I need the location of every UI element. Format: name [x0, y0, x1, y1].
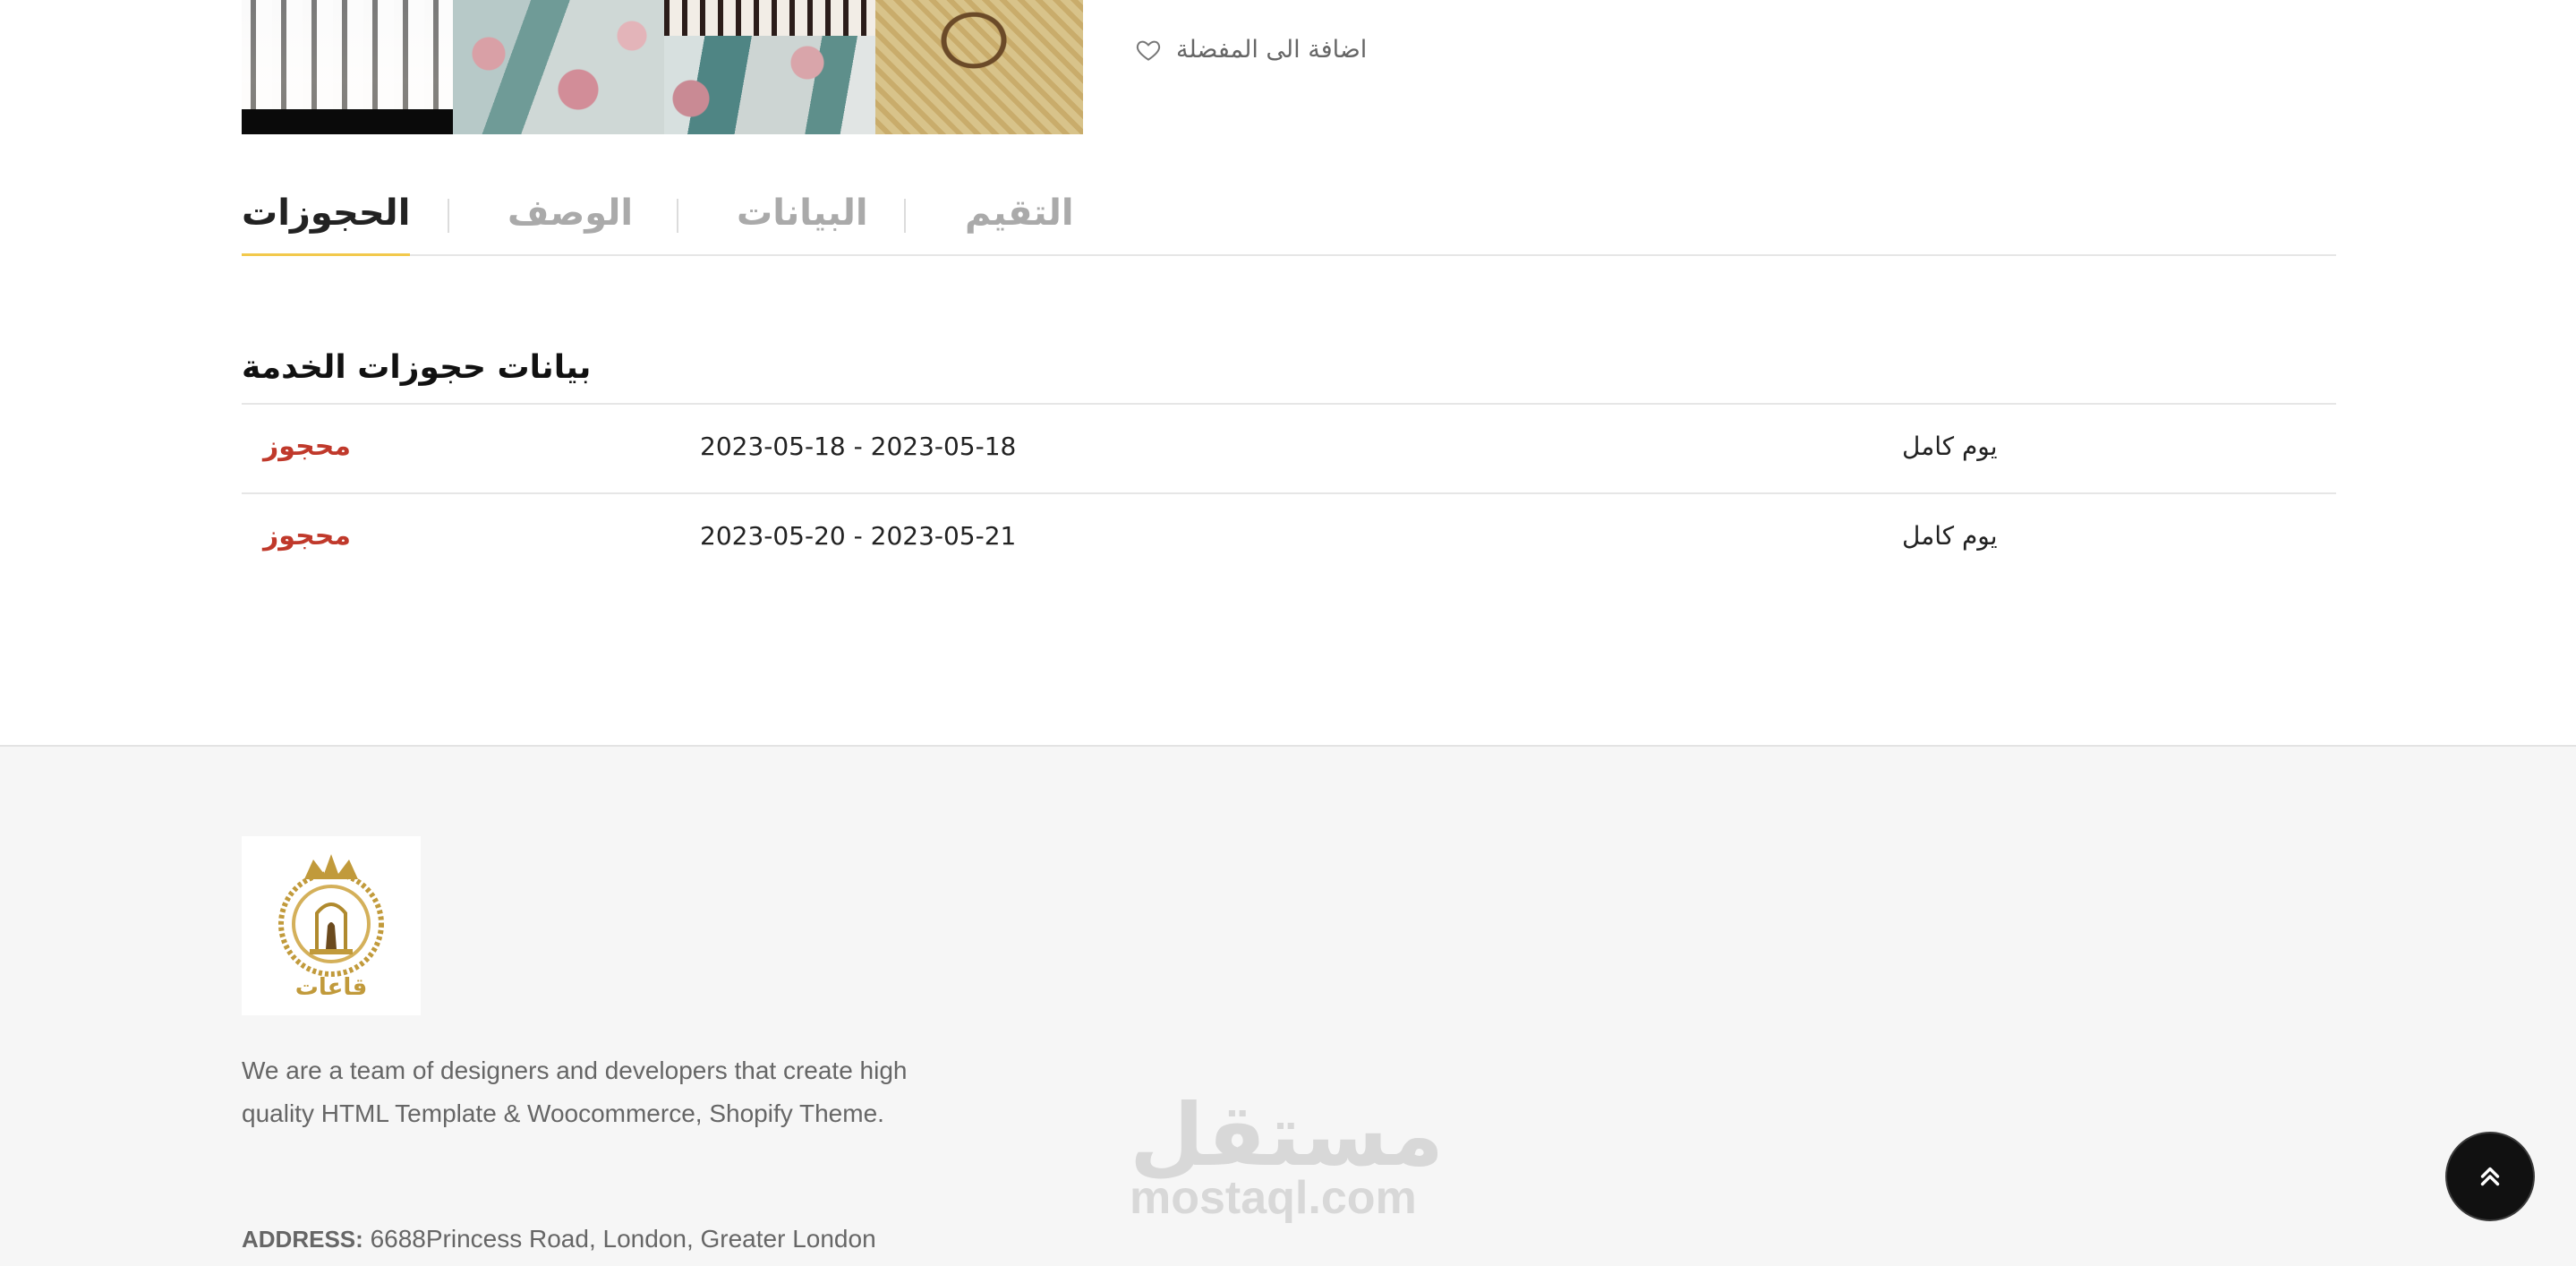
tab-description[interactable]: الوصف	[508, 190, 633, 254]
tab-divider	[448, 199, 449, 233]
table-row: محجوز 2023-05-20 - 2023-05-21 يوم كامل	[242, 492, 2336, 582]
tab-data[interactable]: البيانات	[737, 190, 868, 254]
gallery-thumbnail[interactable]	[242, 0, 453, 134]
booking-type: يوم كامل	[1902, 521, 1998, 551]
footer-logo[interactable]: قاعات	[242, 836, 421, 1015]
add-to-favorites-link[interactable]: اضافة الى المفضلة	[1135, 36, 1367, 64]
gallery-thumbnail[interactable]	[875, 0, 1083, 134]
booking-type: يوم كامل	[1902, 432, 1998, 461]
booking-status: محجوز	[263, 431, 351, 462]
address-label: ADDRESS:	[242, 1226, 363, 1253]
gallery-thumbnail[interactable]	[664, 0, 875, 134]
hall-image-gallery	[242, 0, 1083, 134]
mostaql-watermark: مستقل mostaql.com	[1130, 1085, 1445, 1224]
details-tabs: الحجوزات الوصف البيانات التقيم	[242, 190, 2336, 256]
add-to-favorites-label: اضافة الى المفضلة	[1176, 36, 1368, 64]
tab-rating[interactable]: التقيم	[965, 190, 1074, 254]
scroll-to-top-button[interactable]	[2445, 1132, 2535, 1221]
address-value: 6688Princess Road, London, Greater Londo…	[363, 1225, 876, 1253]
heart-icon	[1136, 40, 1161, 61]
tab-divider	[904, 199, 906, 233]
booking-dates: 2023-05-20 - 2023-05-21	[700, 521, 1017, 551]
booking-dates: 2023-05-18 - 2023-05-18	[700, 432, 1017, 461]
footer-address: ADDRESS: 6688Princess Road, London, Grea…	[242, 1225, 876, 1253]
tab-divider	[677, 199, 678, 233]
gallery-thumbnail[interactable]	[453, 0, 664, 134]
footer-about-text: We are a team of designers and developer…	[242, 1056, 908, 1127]
bookings-table: محجوز 2023-05-18 - 2023-05-18 يوم كامل م…	[242, 403, 2336, 582]
logo-text: قاعات	[294, 974, 368, 1001]
tab-bookings[interactable]: الحجوزات	[242, 190, 411, 256]
watermark-arabic: مستقل	[1130, 1085, 1445, 1185]
watermark-latin: mostaql.com	[1130, 1172, 1417, 1224]
booking-status: محجوز	[263, 520, 351, 552]
double-chevron-up-icon	[2480, 1167, 2500, 1186]
page-content: اضافة الى المفضلة الحجوزات الوصف البيانا…	[0, 0, 2576, 745]
crown-emblem-icon	[278, 854, 384, 977]
table-row: محجوز 2023-05-18 - 2023-05-18 يوم كامل	[242, 403, 2336, 492]
bookings-section-title: بيانات حجوزات الخدمة	[242, 349, 592, 386]
